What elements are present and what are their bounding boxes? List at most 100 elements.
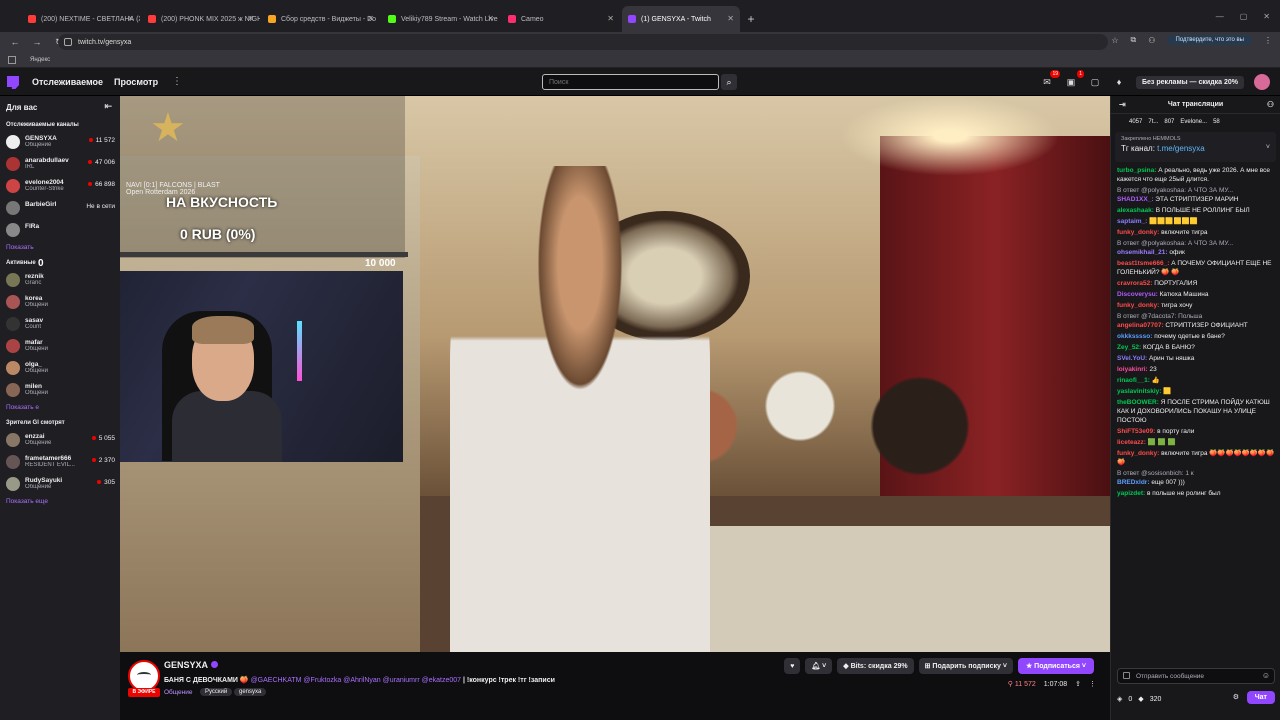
chat-username[interactable]: loiyakinri: [1117, 366, 1148, 373]
points-icon[interactable]: ◈ [1117, 695, 1122, 703]
maximize-icon[interactable]: ▢ [1240, 12, 1248, 21]
stream-category[interactable]: Общение [164, 689, 193, 696]
twitch-logo-icon[interactable] [7, 76, 19, 89]
apps-grid-icon[interactable] [8, 56, 16, 64]
chat-username[interactable]: alexashaak: [1117, 207, 1154, 214]
browser-tab[interactable]: (200) NEXTIME - СВЕТЛАНА (Ж ✕ [22, 6, 140, 32]
close-tab-icon[interactable]: ✕ [367, 14, 374, 23]
stream-title-mentions[interactable]: @GAECHKATM @Fruktozka @AhrilNyan @uraniu… [251, 677, 461, 684]
sidebar-channel[interactable]: RudySayuki Общение 305 [0, 473, 120, 495]
community-icon[interactable]: ⚇ [1267, 100, 1274, 109]
sidebar-channel[interactable]: mafar Общени [0, 335, 120, 357]
tag-language[interactable]: Русский [200, 688, 233, 696]
show-more-active[interactable]: Показать е [0, 401, 120, 414]
bookmark-yandex[interactable]: Яндекс [30, 57, 50, 63]
tag-channel[interactable]: gensyxa [234, 688, 267, 696]
sidebar-channel[interactable]: anarabdullaev IRL 47 006 [0, 153, 120, 175]
pinned-message[interactable]: Закреплено HEMMOLS Тг канал: t.me/gensyx… [1115, 132, 1276, 162]
sidebar-channel[interactable]: milen Общени [0, 379, 120, 401]
pinned-link[interactable]: t.me/gensyxa [1157, 144, 1205, 153]
profile-icon[interactable]: ⚇ [1148, 36, 1155, 45]
extensions-icon[interactable]: ⧉ [1131, 35, 1137, 45]
chat-username[interactable]: Zey_52: [1117, 344, 1141, 351]
browser-tab[interactable]: Cameo ✕ [502, 6, 620, 32]
chat-username[interactable]: yapizdet: [1117, 490, 1145, 497]
nav-following[interactable]: Отслеживаемое [32, 77, 103, 87]
more-menu-icon[interactable]: ⋮ [172, 76, 182, 87]
channel-name-link[interactable]: GENSYXA [164, 660, 219, 670]
close-tab-icon[interactable]: ✕ [727, 14, 734, 23]
chat-username[interactable]: SHAD1XX_: [1117, 196, 1153, 203]
no-ads-button[interactable]: Без рекламы — скидка 20% [1136, 75, 1244, 89]
chevron-down-icon[interactable]: ˅ [1266, 144, 1270, 151]
notifications-icon[interactable]: ✉ 19 [1040, 70, 1060, 89]
search-input[interactable] [542, 74, 719, 90]
chat-username[interactable]: ohsemikhail_21: [1117, 249, 1168, 256]
browser-tab[interactable]: (1) GENSYXA - Twitch ✕ [622, 6, 740, 32]
reply-context[interactable]: В ответ @sosisonbich: 1 к [1117, 469, 1275, 478]
new-tab-button[interactable]: + [742, 6, 760, 32]
gift-leaderboard[interactable]: 4057 7t... 807 Evelone... 58 [1111, 114, 1280, 130]
collapse-chat-icon[interactable]: ⇥ [1119, 100, 1126, 109]
close-tab-icon[interactable]: ✕ [127, 14, 134, 23]
chat-send-button[interactable]: Чат [1246, 691, 1275, 704]
nav-browse[interactable]: Просмотр [114, 77, 158, 87]
chat-username[interactable]: cravrora52: [1117, 280, 1152, 287]
chat-username[interactable]: liceteazz: [1117, 439, 1146, 446]
reply-context[interactable]: В ответ @polyakoshaa: А ЧТО ЗА МУ... [1117, 186, 1275, 195]
bits-button[interactable]: ◆ Bits: скидка 29% [837, 658, 914, 674]
back-icon[interactable]: ← [8, 37, 22, 47]
chat-settings-icon[interactable]: ⚙ [1233, 693, 1239, 701]
show-more-watched[interactable]: Показать еще [0, 495, 120, 508]
chat-username[interactable]: funky_donky: [1117, 450, 1159, 457]
chat-username[interactable]: theBOOWER: [1117, 399, 1159, 406]
close-tab-icon[interactable]: ✕ [607, 14, 614, 23]
inbox-icon[interactable]: ▣ 1 [1064, 70, 1084, 89]
show-more-followed[interactable]: Показать [0, 241, 120, 254]
chat-username[interactable]: saptaim_: [1117, 218, 1147, 225]
chat-username[interactable]: okkksssso: [1117, 333, 1152, 340]
sidebar-channel[interactable]: enzzai Общение 5 055 [0, 429, 120, 451]
sidebar-channel[interactable]: GENSYXA Общение 11 572 [0, 131, 120, 153]
sidebar-channel[interactable]: frametamer666 RESIDENT EVIL... 2 370 [0, 451, 120, 473]
chat-username[interactable]: funky_donky: [1117, 229, 1159, 236]
notifications-bell-button[interactable]: 🔔︎ ˅ [805, 658, 833, 674]
bookmark-star-icon[interactable]: ☆ [1111, 36, 1118, 45]
search-icon[interactable]: ⌕ [721, 74, 737, 90]
sidebar-channel[interactable]: olga_ Общени [0, 357, 120, 379]
browser-tab[interactable]: (200) PHONK MIX 2025 ж NIGH ✕ [142, 6, 260, 32]
browser-tab[interactable]: Velikiy789 Stream - Watch Live ✕ [382, 6, 500, 32]
emote-icon[interactable]: ☺ [1262, 671, 1270, 680]
whispers-icon[interactable]: ▢ [1088, 75, 1102, 89]
chat-username[interactable]: Discoverysu: [1117, 291, 1158, 298]
sidebar-channel[interactable]: evelone2004 Counter-Strike 66 898 [0, 175, 120, 197]
gift-sub-button[interactable]: ⊞ Подарить подписку ˅ [918, 658, 1013, 674]
site-info-icon[interactable] [64, 38, 72, 46]
browser-menu-icon[interactable]: ⋮ [1264, 36, 1272, 45]
sidebar-channel[interactable]: FlRa [0, 219, 120, 241]
reply-context[interactable]: В ответ @7dacota7: Польша [1117, 312, 1275, 321]
browser-tab[interactable]: Сбор средств - Виджеты - Do ✕ [262, 6, 380, 32]
sidebar-channel[interactable]: reznik Granc [0, 269, 120, 291]
crown-icon[interactable]: ♦ [1112, 75, 1126, 89]
follow-heart-button[interactable]: ♥ [784, 658, 801, 674]
sidebar-channel[interactable]: sasav Count [0, 313, 120, 335]
forward-icon[interactable]: → [30, 37, 44, 47]
confirm-identity-button[interactable]: Подтвердите, что это вы [1167, 35, 1252, 45]
close-tab-icon[interactable]: ✕ [487, 14, 494, 23]
sidebar-channel[interactable]: korea Общени [0, 291, 120, 313]
chat-username[interactable]: SVel.YoU: [1117, 355, 1147, 362]
channel-points-icon[interactable] [1123, 672, 1130, 679]
chat-username[interactable]: funky_donky: [1117, 302, 1159, 309]
chat-username[interactable]: BREDxldr: [1117, 479, 1150, 486]
share-icon[interactable]: ⇪ [1075, 680, 1081, 688]
chat-username[interactable]: beast1tsme666_: [1117, 260, 1169, 267]
close-window-icon[interactable]: ✕ [1263, 12, 1270, 21]
sidebar-channel[interactable]: BarbieGirl Не в сети [0, 197, 120, 219]
chat-username[interactable]: ShiFT53e09: [1117, 428, 1155, 435]
url-field[interactable]: twitch.tv/gensyxa [58, 34, 1108, 50]
chat-username[interactable]: rinaofi__1: [1117, 377, 1150, 384]
close-tab-icon[interactable]: ✕ [247, 14, 254, 23]
chat-username[interactable]: turbo_psina: [1117, 167, 1156, 174]
reply-context[interactable]: В ответ @polyakoshaa: А ЧТО ЗА МУ... [1117, 239, 1275, 248]
